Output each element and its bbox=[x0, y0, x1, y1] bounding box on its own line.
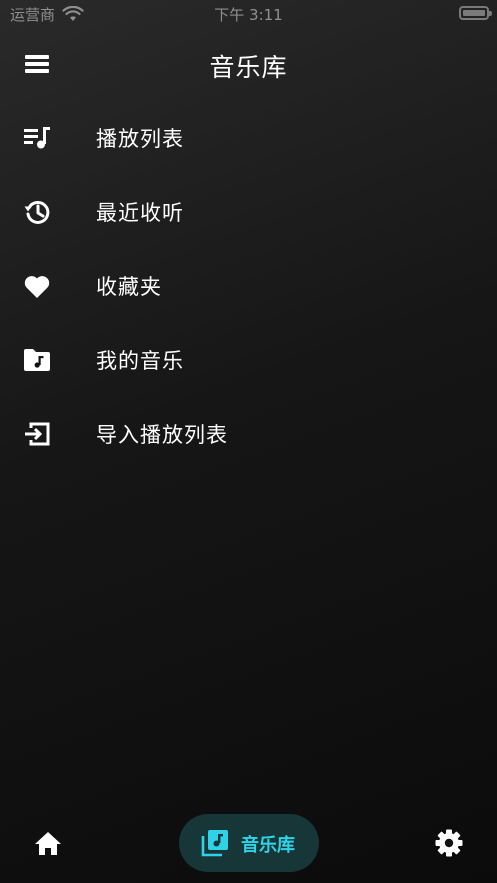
menu-item-label: 最近收听 bbox=[96, 201, 184, 225]
home-icon bbox=[35, 832, 61, 855]
music-library-icon bbox=[201, 829, 229, 857]
status-time: 下午 3:11 bbox=[214, 6, 283, 24]
menu-item-playlists[interactable]: 播放列表 bbox=[0, 101, 497, 175]
nav-music-library-label: 音乐库 bbox=[241, 835, 295, 856]
menu-item-recent[interactable]: 最近收听 bbox=[0, 175, 497, 249]
history-icon bbox=[22, 197, 52, 227]
music-folder-icon bbox=[22, 345, 52, 375]
library-menu: 播放列表 最近收听 收藏夹 我的音乐 导入播放列表 bbox=[0, 101, 497, 471]
menu-item-label: 导入播放列表 bbox=[96, 423, 228, 447]
menu-item-label: 我的音乐 bbox=[96, 349, 184, 373]
menu-item-label: 播放列表 bbox=[96, 127, 184, 151]
menu-item-import-playlist[interactable]: 导入播放列表 bbox=[0, 397, 497, 471]
bottom-nav: 音乐库 bbox=[0, 810, 497, 876]
menu-item-label: 收藏夹 bbox=[96, 275, 162, 299]
nav-home-button[interactable] bbox=[31, 826, 65, 860]
app-screen: 运营商 下午 3:11 音乐库 播放列表 最近收听 收藏夹 我的音乐 导入播放列… bbox=[0, 0, 497, 883]
heart-icon bbox=[22, 271, 52, 301]
page-title: 音乐库 bbox=[209, 53, 288, 82]
playlist-icon bbox=[22, 123, 52, 153]
import-icon bbox=[22, 419, 52, 449]
battery-icon bbox=[459, 6, 492, 20]
nav-settings-button[interactable] bbox=[432, 826, 466, 860]
menu-item-my-music[interactable]: 我的音乐 bbox=[0, 323, 497, 397]
gear-icon bbox=[435, 829, 463, 857]
menu-item-favorites[interactable]: 收藏夹 bbox=[0, 249, 497, 323]
nav-music-library-button[interactable]: 音乐库 bbox=[179, 814, 319, 872]
header: 音乐库 bbox=[0, 36, 497, 94]
status-bar: 运营商 下午 3:11 bbox=[0, 0, 497, 28]
